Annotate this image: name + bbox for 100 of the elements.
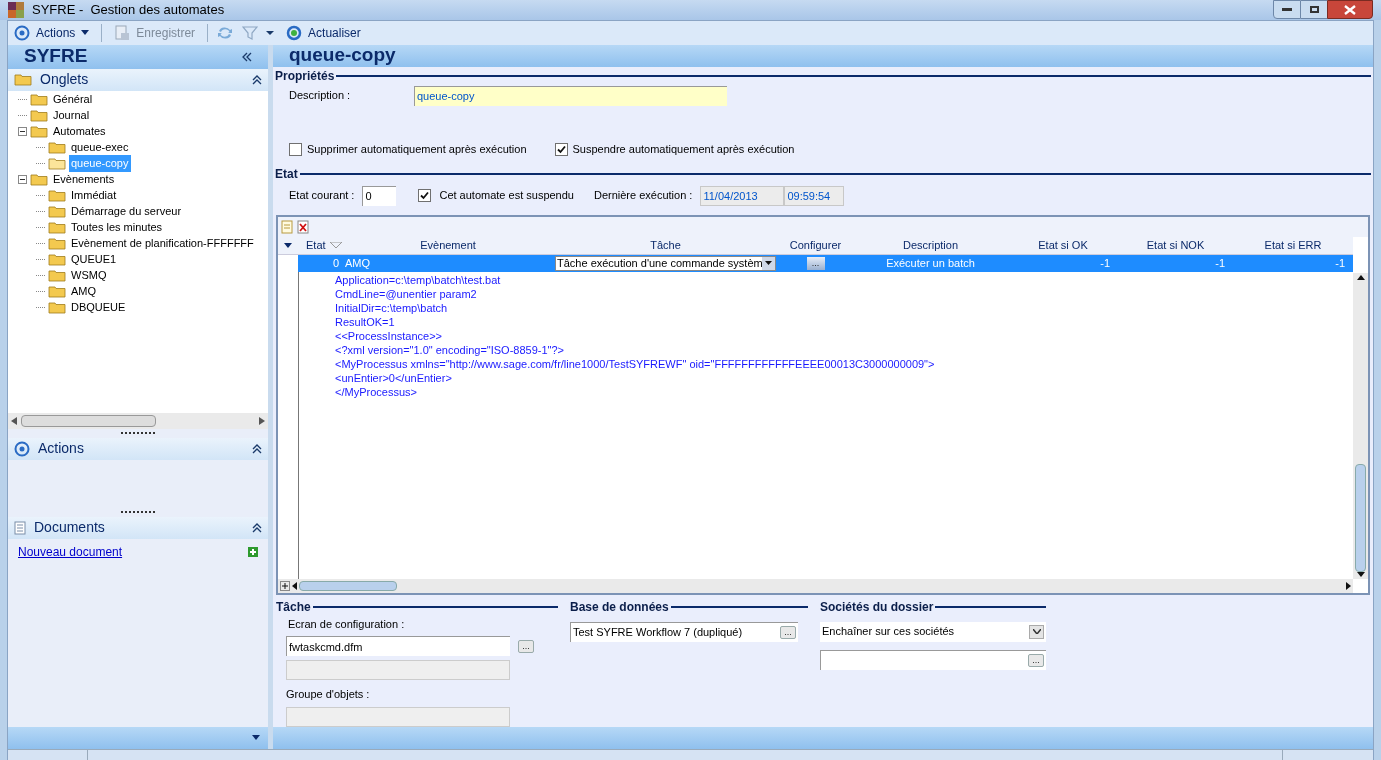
tree-item[interactable]: Général (51, 91, 95, 108)
column-header[interactable]: Etat si NOK (1118, 236, 1233, 254)
collapse-icon[interactable] (252, 74, 263, 85)
collapse-left-icon[interactable] (242, 51, 253, 62)
sidebar-title: SYFRE (24, 44, 89, 69)
restore-button[interactable] (1301, 0, 1327, 19)
tree-item[interactable]: Automates (51, 123, 108, 140)
checkbox-label: Suspendre automatiquement après exécution (572, 142, 795, 158)
tree-item[interactable]: queue-exec (69, 139, 131, 156)
section-title: Tâche (276, 598, 311, 616)
checkbox-label: Supprimer automatiquement après exécution (307, 142, 527, 158)
folder-icon (48, 189, 66, 202)
detail-line: <<ProcessInstance>> (335, 328, 442, 343)
window-title: SYFRE - Gestion des automates (32, 1, 225, 19)
column-header[interactable]: Configurer (778, 236, 853, 254)
add-icon[interactable] (248, 546, 259, 557)
browse-button[interactable]: ... (518, 639, 534, 653)
tree-item[interactable]: WSMQ (69, 267, 109, 284)
description-field[interactable]: queue-copy (414, 85, 727, 106)
section-title: Base de données (570, 598, 669, 616)
close-button[interactable] (1327, 0, 1373, 19)
detail-line: <?xml version="1.0" encoding="ISO-8859-1"?> (335, 342, 565, 357)
field-label: Dernière exécution : (593, 188, 693, 204)
dropdown-arrow-icon[interactable] (284, 242, 292, 248)
time-field: 09:59:54 (784, 185, 845, 206)
browse-button[interactable]: ... (1028, 653, 1044, 667)
field-label: Description : (289, 88, 352, 104)
table-cell-text: 0 (331, 255, 340, 271)
scroll-right-icon[interactable] (259, 416, 266, 425)
scroll-up-icon[interactable] (1356, 274, 1365, 280)
detail-line: CmdLine=@unentier param2 (335, 286, 477, 301)
tree-item[interactable]: DBQUEUE (69, 299, 128, 316)
folder-icon (48, 141, 66, 154)
horizontal-scrollbar[interactable] (278, 578, 1353, 593)
scroll-left-icon[interactable] (11, 416, 17, 425)
section-title: Propriétés (275, 67, 335, 85)
browse-button[interactable]: ... (780, 625, 796, 639)
delete-icon[interactable] (297, 219, 309, 234)
checkbox-label: Cet automate est suspendu (439, 188, 574, 204)
table-cell-text: -1 (1099, 255, 1111, 271)
object-group-field[interactable] (286, 706, 510, 727)
folder-icon (48, 205, 66, 218)
field-label: Ecran de configuration : (287, 616, 406, 632)
document-icon (14, 520, 26, 535)
config-screen-field[interactable]: fwtaskcmd.dfm (286, 636, 510, 656)
scroll-left-icon[interactable] (292, 581, 297, 590)
document-icon (114, 24, 131, 41)
column-header[interactable]: Tâche (553, 236, 778, 254)
minus-icon (20, 177, 25, 182)
checkbox[interactable] (554, 143, 568, 156)
state-field[interactable]: 0 (362, 185, 397, 206)
refresh-button[interactable]: Actualiser (282, 22, 365, 43)
collapse-icon[interactable] (252, 443, 263, 454)
collapse-toggle[interactable] (18, 175, 27, 184)
configure-button[interactable]: ... (806, 256, 825, 270)
detail-line: Application=c:\temp\batch\test.bat (335, 272, 501, 287)
database-field[interactable]: Test SYFRE Workflow 7 (dupliqué) ... (570, 621, 798, 642)
table-cell-text: Exécuter un batch (885, 255, 976, 271)
table-cell-text: AMQ (344, 255, 372, 271)
tree-item[interactable]: QUEUE1 (69, 251, 119, 268)
column-header[interactable]: Evènement (343, 236, 553, 254)
minimize-button[interactable] (1273, 0, 1301, 19)
tree-item[interactable]: Immédiat (69, 187, 119, 204)
tree-item[interactable]: Toutes les minutes (69, 219, 165, 236)
folder-icon (14, 73, 32, 86)
task-dropdown[interactable]: Tâche exécution d'une commande systèm (555, 255, 776, 271)
column-header[interactable]: Description (853, 236, 1008, 254)
detail-line: </MyProcessus> (335, 384, 417, 399)
checkbox[interactable] (418, 189, 432, 202)
collapse-toggle[interactable] (18, 127, 27, 136)
new-document-link[interactable]: Nouveau document (18, 542, 249, 561)
close-icon (1344, 4, 1356, 15)
page-title: queue-copy (289, 43, 396, 68)
column-header[interactable]: Etat si ERR (1233, 236, 1353, 254)
companies-dropdown[interactable]: Enchaîner sur ces sociétés (820, 621, 1046, 642)
detail-line: <MyProcessus xmlns="http://www.sage.com/fr/line1000/TestSYFREWF" oid="FFFFFFFFFFFFEEEE00013C3000000009"> (335, 356, 935, 371)
dropdown-arrow-icon[interactable] (252, 735, 261, 740)
panel-title: Onglets (40, 70, 90, 89)
tree-item[interactable]: Démarrage du serveur (69, 203, 184, 220)
tree-item[interactable]: Evènements (51, 171, 117, 188)
plus-icon[interactable] (282, 582, 288, 589)
vertical-scrollbar[interactable] (1353, 272, 1368, 579)
table-cell-text: -1 (1334, 255, 1346, 271)
folder-icon (48, 237, 66, 250)
checkbox[interactable] (289, 143, 302, 156)
actions-menu-button[interactable]: Actions (10, 22, 94, 43)
detail-line: ResultOK=1 (335, 314, 395, 329)
tree-item[interactable]: Evènement de planification-FFFFFFF (69, 235, 256, 252)
scroll-right-icon[interactable] (1346, 581, 1351, 590)
collapse-icon[interactable] (252, 522, 263, 533)
tree-item[interactable]: Journal (51, 107, 92, 124)
sort-icon (329, 242, 342, 248)
folder-icon (48, 221, 66, 234)
folder-icon (48, 285, 66, 298)
column-header[interactable]: Etat (298, 236, 343, 254)
detail-line: <unEntier>0</unEntier> (335, 370, 452, 385)
companies-field[interactable]: ... (820, 649, 1046, 670)
tree-item[interactable]: AMQ (69, 283, 99, 300)
dropdown-arrow-icon[interactable] (266, 29, 275, 36)
column-header[interactable]: Etat si OK (1008, 236, 1118, 254)
